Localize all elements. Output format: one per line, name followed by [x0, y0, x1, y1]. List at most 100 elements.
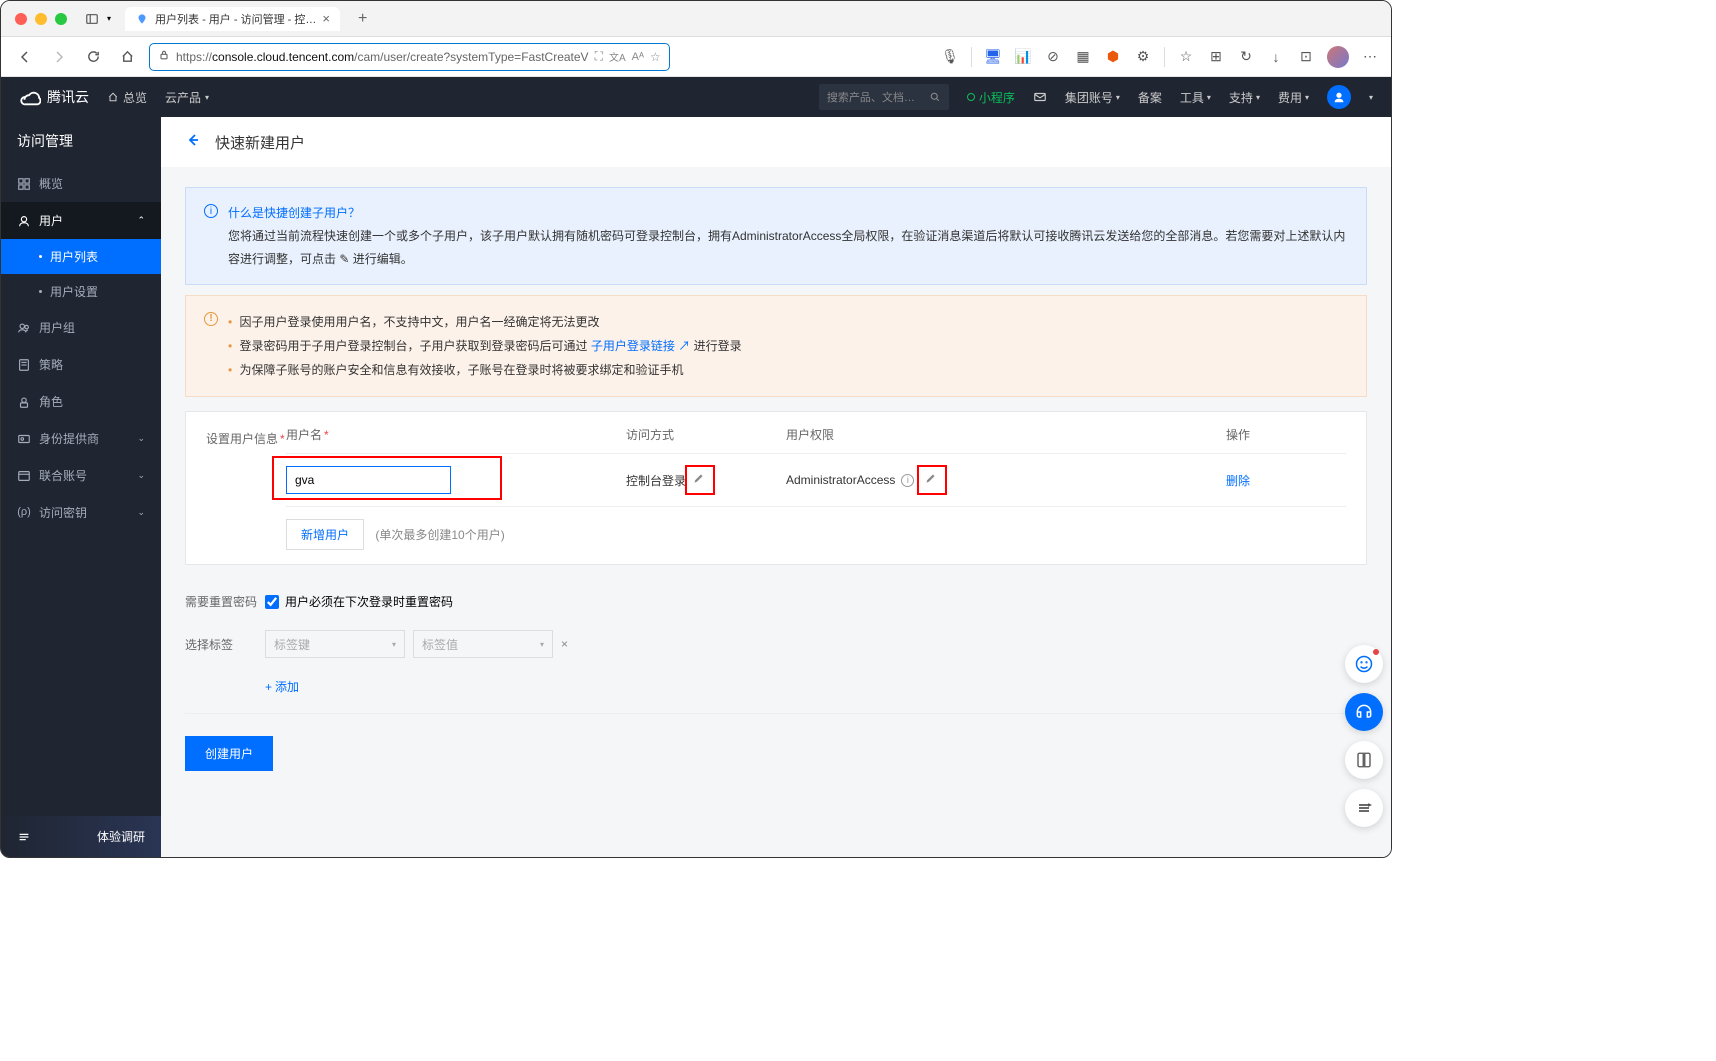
ext-icon-4[interactable]: ▦	[1074, 48, 1092, 66]
warn-line-3: 为保障子账号的账户安全和信息有效接收，子账号在登录时将被要求绑定和验证手机	[228, 358, 742, 382]
ext-icon-1[interactable]: 🖥	[984, 48, 1002, 66]
tab-title: 用户列表 - 用户 - 访问管理 - 控…	[155, 11, 316, 27]
sidebar-item-policy[interactable]: 策略	[1, 346, 161, 383]
text-size-icon[interactable]: Aᴬ	[632, 51, 644, 63]
header-cost[interactable]: 费用▾	[1278, 89, 1309, 106]
header-support[interactable]: 支持▾	[1229, 89, 1260, 106]
ext-icon-2[interactable]: 📊	[1014, 48, 1032, 66]
browser-titlebar: ▾ 用户列表 - 用户 - 访问管理 - 控… × +	[1, 1, 1391, 37]
header-tools[interactable]: 工具▾	[1180, 89, 1211, 106]
header-mini-program[interactable]: 小程序	[967, 89, 1015, 106]
add-user-button[interactable]: 新增用户	[286, 519, 364, 550]
header-search[interactable]: 搜索产品、文档…	[819, 84, 949, 110]
header-beian[interactable]: 备案	[1138, 89, 1162, 106]
support-button[interactable]	[1345, 693, 1383, 731]
main-content: 快速新建用户 i 什么是快捷创建子用户？ 您将通过当前流程快速创建一个或多个子用…	[161, 117, 1391, 857]
sidebar-subitem-user-settings[interactable]: 用户设置	[1, 274, 161, 309]
th-access: 访问方式	[626, 426, 786, 443]
info-body: 您将通过当前流程快速创建一个或多个子用户，该子用户默认拥有随机密码可登录控制台，…	[228, 225, 1348, 271]
table-header: 用户名* 访问方式 用户权限 操作	[286, 426, 1346, 453]
ext-icon-5[interactable]: ⬢	[1104, 48, 1122, 66]
remove-tag-icon[interactable]: ×	[561, 637, 568, 651]
browser-tab[interactable]: 用户列表 - 用户 - 访问管理 - 控… ×	[125, 7, 340, 31]
nav-reload-button[interactable]	[81, 45, 105, 69]
info-box: i 什么是快捷创建子用户？ 您将通过当前流程快速创建一个或多个子用户，该子用户默…	[185, 187, 1367, 285]
sidebar-item-user[interactable]: 用户 ⌃	[1, 202, 161, 239]
highlight-box-username	[272, 456, 502, 500]
brand-logo[interactable]: 腾讯云	[19, 86, 89, 108]
nav-back-button[interactable]	[13, 45, 37, 69]
app-header: 腾讯云 总览 云产品 ▾ 搜索产品、文档… 小程序 集团账号▾ 备案 工具▾ 支…	[1, 77, 1391, 117]
chevron-down-icon[interactable]: ▾	[107, 14, 111, 23]
permission-value: AdministratorAccess	[786, 473, 895, 487]
sidebar-subitem-user-list[interactable]: 用户列表	[1, 239, 161, 274]
access-method-value: 控制台登录	[626, 472, 686, 489]
downloads-icon[interactable]: ↓	[1267, 48, 1285, 66]
create-user-button[interactable]: 创建用户	[185, 736, 273, 771]
reset-pwd-text: 用户必须在下次登录时重置密码	[285, 593, 453, 610]
close-window-btn[interactable]	[15, 13, 27, 25]
permission-info-icon[interactable]: i	[901, 474, 914, 487]
back-button[interactable]	[185, 132, 201, 152]
ext-adblock-icon[interactable]: ⊘	[1044, 48, 1062, 66]
close-tab-icon[interactable]: ×	[322, 11, 330, 26]
browser-toolbar: https://console.cloud.tencent.com/cam/us…	[1, 37, 1391, 77]
sub-user-login-link[interactable]: 子用户登录链接 ↗	[591, 339, 690, 353]
sidebar-item-idp[interactable]: 身份提供商 ⌄	[1, 420, 161, 457]
feedback-button[interactable]	[1345, 645, 1383, 683]
docs-button[interactable]	[1345, 741, 1383, 779]
url-bar[interactable]: https://console.cloud.tencent.com/cam/us…	[149, 43, 670, 71]
highlight-box-permission	[917, 465, 947, 495]
header-products[interactable]: 云产品 ▾	[165, 89, 209, 106]
info-title: 什么是快捷创建子用户？	[228, 202, 1348, 225]
minimize-window-btn[interactable]	[35, 13, 47, 25]
edit-access-button[interactable]	[692, 472, 708, 488]
translate-icon[interactable]: 文A	[609, 49, 626, 64]
page-header: 快速新建用户	[161, 117, 1391, 167]
mic-icon[interactable]: 🎙	[941, 48, 959, 66]
sidebar-item-overview[interactable]: 概览	[1, 165, 161, 202]
maximize-window-btn[interactable]	[55, 13, 67, 25]
header-messages-icon[interactable]	[1033, 90, 1047, 104]
window-controls	[15, 13, 67, 25]
user-avatar[interactable]	[1327, 85, 1351, 109]
sidebar-toggle-icon[interactable]	[85, 12, 99, 26]
sidebar-item-federation[interactable]: 联合账号 ⌄	[1, 457, 161, 494]
float-buttons	[1345, 645, 1383, 827]
tag-key-select[interactable]: 标签键▾	[265, 630, 405, 658]
warn-line-2: 登录密码用于子用户登录控制台，子用户获取到登录密码后可通过 子用户登录链接 ↗ …	[228, 334, 742, 358]
user-menu-chevron-icon[interactable]: ▾	[1369, 93, 1373, 102]
more-icon[interactable]: ⋯	[1361, 48, 1379, 66]
info-icon: i	[204, 204, 218, 218]
header-overview[interactable]: 总览	[107, 89, 147, 106]
edit-permission-button[interactable]	[924, 472, 940, 488]
sidebar-item-role[interactable]: 角色	[1, 383, 161, 420]
tag-value-select[interactable]: 标签值▾	[413, 630, 553, 658]
extensions-icon[interactable]: ⊡	[1297, 48, 1315, 66]
new-tab-button[interactable]: +	[358, 10, 367, 28]
collections-icon[interactable]: ⊞	[1207, 48, 1225, 66]
sidebar-title: 访问管理	[1, 117, 161, 165]
favorites-icon[interactable]: ☆	[1177, 48, 1195, 66]
nav-forward-button	[47, 45, 71, 69]
favorite-icon[interactable]: ☆	[650, 50, 661, 64]
external-link-icon: ↗	[678, 339, 690, 353]
warning-box: ! 因子用户登录使用用户名，不支持中文，用户名一经确定将无法更改 登录密码用于子…	[185, 295, 1367, 397]
header-account[interactable]: 集团账号▾	[1065, 89, 1120, 106]
history-icon[interactable]: ↻	[1237, 48, 1255, 66]
profile-avatar[interactable]	[1327, 46, 1349, 68]
sidebar-footer[interactable]: 体验调研	[1, 816, 161, 857]
th-username: 用户名	[286, 428, 322, 442]
reset-pwd-checkbox[interactable]	[265, 595, 279, 609]
nav-home-button[interactable]	[115, 45, 139, 69]
reader-icon[interactable]: ⛶	[595, 49, 603, 64]
add-tag-link[interactable]: +添加	[265, 678, 1367, 695]
url-text: https://console.cloud.tencent.com/cam/us…	[176, 50, 589, 64]
menu-button[interactable]	[1345, 789, 1383, 827]
delete-user-link[interactable]: 删除	[1226, 474, 1250, 488]
reset-password-row: 需要重置密码 用户必须在下次登录时重置密码	[185, 583, 1367, 620]
sidebar-item-user-group[interactable]: 用户组	[1, 309, 161, 346]
divider	[185, 713, 1367, 714]
sidebar-item-access-key[interactable]: (ρ) 访问密钥 ⌄	[1, 494, 161, 531]
settings-icon[interactable]: ⚙	[1134, 48, 1152, 66]
